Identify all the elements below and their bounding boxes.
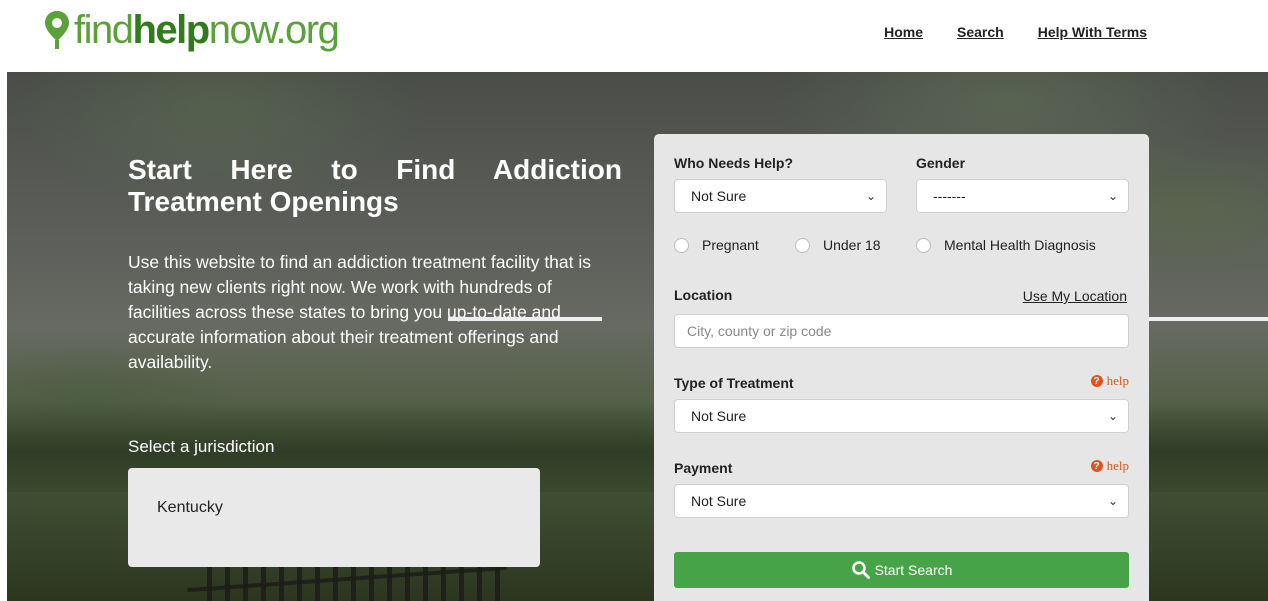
site-header: findhelpnow.org Home Search Help With Te… — [0, 0, 1268, 72]
mental-health-radio-option[interactable]: Mental Health Diagnosis — [916, 237, 1096, 253]
payment-help-link[interactable]: ? help — [1090, 458, 1129, 474]
location-input[interactable] — [674, 314, 1129, 348]
jurisdiction-label: Select a jurisdiction — [128, 437, 275, 456]
chevron-down-icon: ⌄ — [865, 189, 876, 203]
search-icon — [851, 561, 870, 579]
who-needs-help-label: Who Needs Help? — [674, 155, 794, 171]
chevron-down-icon: ⌄ — [1107, 409, 1118, 423]
who-needs-help-select[interactable]: Not Sure ⌄ — [674, 179, 887, 213]
payment-help-text: help — [1106, 458, 1129, 473]
type-of-treatment-select[interactable]: Not Sure ⌄ — [674, 399, 1129, 433]
under-18-radio[interactable] — [795, 237, 810, 253]
nav-search-link[interactable]: Search — [957, 24, 1004, 40]
overlay-line — [448, 317, 602, 321]
type-of-treatment-label: Type of Treatment — [674, 375, 794, 391]
question-circle-icon: ? — [1090, 375, 1103, 387]
pregnant-radio[interactable] — [674, 237, 689, 253]
jurisdiction-value: Kentucky — [157, 499, 223, 516]
main-nav: Home Search Help With Terms — [884, 24, 1147, 40]
overlay-line — [1147, 317, 1268, 321]
type-of-treatment-value: Not Sure — [691, 408, 747, 424]
mental-health-radio-label: Mental Health Diagnosis — [944, 237, 1096, 253]
start-search-button[interactable]: Start Search — [674, 552, 1129, 588]
jurisdiction-select[interactable]: Kentucky — [128, 468, 540, 567]
mental-health-radio[interactable] — [916, 237, 931, 253]
nav-help-with-terms-link[interactable]: Help With Terms — [1038, 24, 1147, 40]
payment-label: Payment — [674, 460, 733, 476]
payment-select[interactable]: Not Sure ⌄ — [674, 484, 1129, 518]
nav-home-link[interactable]: Home — [884, 24, 923, 40]
gender-select[interactable]: ------- ⌄ — [916, 179, 1129, 213]
hero-fence — [207, 567, 507, 601]
pregnant-radio-option[interactable]: Pregnant — [674, 237, 759, 253]
location-label: Location — [674, 287, 733, 303]
treatment-help-link[interactable]: ? help — [1090, 373, 1129, 389]
hero-description: Use this website to find an addiction tr… — [128, 252, 592, 372]
who-needs-help-value: Not Sure — [691, 188, 747, 204]
treatment-help-text: help — [1106, 373, 1129, 388]
start-search-label: Start Search — [874, 562, 953, 578]
site-logo[interactable]: findhelpnow.org — [44, 8, 340, 52]
logo-wordmark: findhelpnow.org — [74, 8, 340, 52]
use-my-location-link[interactable]: Use My Location — [1023, 288, 1127, 304]
payment-value: Not Sure — [691, 493, 747, 509]
map-pin-icon — [45, 11, 69, 49]
gender-value: ------- — [933, 188, 966, 204]
search-form-panel: Who Needs Help? Not Sure ⌄ Gender ------… — [654, 134, 1149, 601]
hero-title: Start Here to Find Addiction Treatment O… — [128, 154, 622, 217]
chevron-down-icon: ⌄ — [1107, 189, 1118, 203]
pregnant-radio-label: Pregnant — [702, 237, 759, 253]
under-18-radio-option[interactable]: Under 18 — [795, 237, 881, 253]
under-18-radio-label: Under 18 — [823, 237, 881, 253]
gender-label: Gender — [916, 155, 966, 171]
chevron-down-icon: ⌄ — [1107, 494, 1118, 508]
question-circle-icon: ? — [1090, 460, 1103, 472]
hero-section: Start Here to Find Addiction Treatment O… — [7, 72, 1268, 601]
